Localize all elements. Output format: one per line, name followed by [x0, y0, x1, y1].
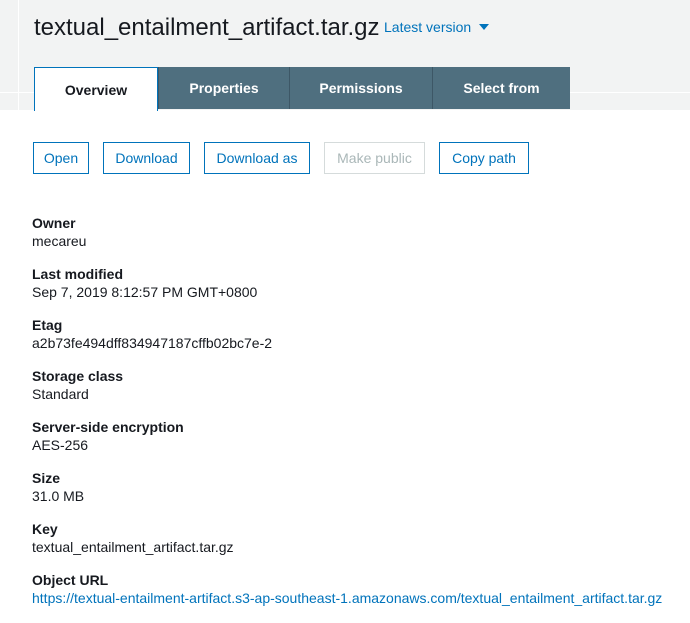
property-label: Size — [32, 470, 61, 486]
property-value: textual_entailment_artifact.tar.gz — [32, 539, 234, 555]
version-dropdown-label: Latest version — [384, 19, 472, 35]
property-label: Owner — [32, 215, 76, 231]
copy-path-button[interactable]: Copy path — [439, 142, 529, 174]
property-label: Storage class — [32, 368, 124, 384]
property-value: mecareu — [32, 233, 87, 249]
property-label: Key — [32, 521, 58, 537]
property-last-modified: Last modified Sep 7, 2019 8:12:57 PM GMT… — [32, 266, 257, 301]
property-value: AES-256 — [32, 437, 89, 453]
object-overview-panel: textual_entailment_artifact.tar.gz Lates… — [0, 0, 690, 623]
property-value: Sep 7, 2019 8:12:57 PM GMT+0800 — [32, 284, 258, 300]
tab-select-from[interactable]: Select from — [432, 67, 570, 109]
property-key: Key textual_entailment_artifact.tar.gz — [32, 521, 234, 556]
version-dropdown[interactable]: Latest version — [384, 19, 490, 35]
property-storage-class: Storage class Standard — [32, 368, 123, 403]
property-label: Etag — [32, 317, 63, 333]
property-value: 31.0 MB — [32, 488, 85, 504]
property-value: Standard — [32, 386, 89, 402]
property-owner: Owner mecareu — [32, 215, 86, 250]
header-divider-vertical — [18, 0, 19, 110]
property-etag: Etag a2b73fe494dff834947187cffb02bc7e-2 — [32, 317, 272, 352]
property-value: a2b73fe494dff834947187cffb02bc7e-2 — [32, 335, 273, 351]
object-tabs: Overview Properties Permissions Select f… — [34, 67, 570, 111]
property-label: Object URL — [32, 572, 109, 588]
object-url-link[interactable]: https://textual-entailment-artifact.s3-a… — [32, 590, 662, 607]
make-public-button[interactable]: Make public — [324, 142, 425, 174]
open-button[interactable]: Open — [33, 142, 89, 174]
tab-permissions[interactable]: Permissions — [289, 67, 432, 109]
tab-properties[interactable]: Properties — [158, 67, 289, 109]
object-title: textual_entailment_artifact.tar.gz — [34, 14, 380, 41]
download-as-button[interactable]: Download as — [204, 142, 310, 174]
tab-overview[interactable]: Overview — [34, 67, 158, 111]
property-encryption: Server-side encryption AES-256 — [32, 419, 184, 454]
property-label: Last modified — [32, 266, 124, 282]
caret-down-icon — [479, 24, 490, 30]
download-button[interactable]: Download — [103, 142, 190, 174]
property-label: Server-side encryption — [32, 419, 184, 435]
property-size: Size 31.0 MB — [32, 470, 84, 505]
property-object-url: Object URL https://textual-entailment-ar… — [32, 572, 662, 607]
